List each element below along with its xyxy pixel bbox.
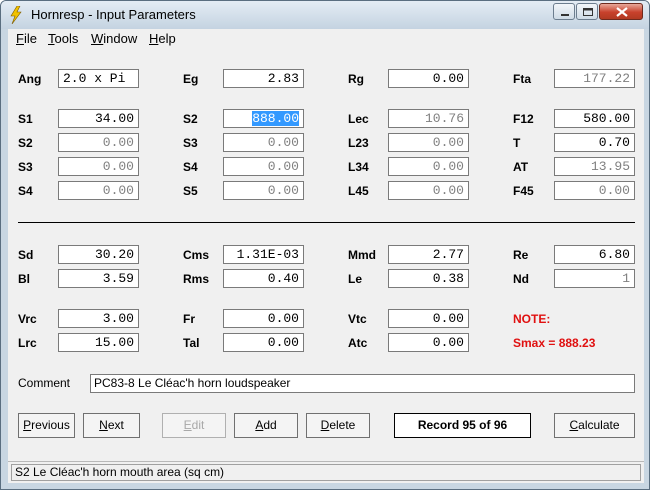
label-fr: Fr [183,312,195,326]
label-s2-top: S2 [183,112,198,126]
label-atc: Atc [348,336,368,350]
add-button[interactable]: Add [234,413,298,438]
field-fta[interactable]: 177.22 [554,69,635,88]
delete-button[interactable]: Delete [306,413,370,438]
close-button[interactable] [599,3,643,20]
field-s1[interactable]: 34.00 [58,109,139,128]
field-at[interactable]: 13.95 [554,157,635,176]
label-s1: S1 [18,112,33,126]
label-s3-top: S3 [183,136,198,150]
label-l34: L34 [348,160,369,174]
label-tal: Tal [183,336,200,350]
status-bar: S2 Le Cléac'h horn mouth area (sq cm) [8,461,644,483]
field-fr[interactable]: 0.00 [223,309,304,328]
menu-help[interactable]: Help [149,31,176,46]
field-t[interactable]: 0.70 [554,133,635,152]
field-lec[interactable]: 10.76 [388,109,469,128]
label-rms: Rms [183,272,210,286]
field-s3[interactable]: 0.00 [58,157,139,176]
next-button[interactable]: Next [83,413,140,438]
field-l23[interactable]: 0.00 [388,133,469,152]
label-l23: L23 [348,136,369,150]
field-cms[interactable]: 1.31E-03 [223,245,304,264]
label-vtc: Vtc [348,312,367,326]
label-f12: F12 [513,112,534,126]
field-rms[interactable]: 0.40 [223,269,304,288]
edit-button[interactable]: Edit [162,413,226,438]
smax-note: Smax = 888.23 [513,336,596,350]
field-ang[interactable]: 2.0 x Pi [58,69,139,88]
field-nd[interactable]: 1 [554,269,635,288]
field-le[interactable]: 0.38 [388,269,469,288]
label-s4: S4 [18,184,33,198]
window-title: Hornresp - Input Parameters [31,7,196,22]
label-vrc: Vrc [18,312,37,326]
label-lrc: Lrc [18,336,37,350]
field-f12[interactable]: 580.00 [554,109,635,128]
input-parameters-panel: Ang 2.0 x Pi Eg 2.83 Rg 0.00 Fta 177.22 … [8,49,644,461]
label-s5: S5 [183,184,198,198]
label-nd: Nd [513,272,529,286]
field-lrc[interactable]: 15.00 [58,333,139,352]
menu-tools[interactable]: Tools [48,31,78,46]
label-bl: Bl [18,272,30,286]
label-rg: Rg [348,72,364,86]
field-re[interactable]: 6.80 [554,245,635,264]
field-l34[interactable]: 0.00 [388,157,469,176]
field-vtc[interactable]: 0.00 [388,309,469,328]
field-bl[interactable]: 3.59 [58,269,139,288]
field-atc[interactable]: 0.00 [388,333,469,352]
label-re: Re [513,248,529,262]
field-s2-top[interactable]: 888.00 [223,109,304,128]
label-t: T [513,136,521,150]
note-label: NOTE: [513,312,551,326]
hornresp-window: Hornresp - Input Parameters File Tools W… [0,0,650,490]
label-comment: Comment [18,376,71,390]
label-cms: Cms [183,248,210,262]
section-divider [18,222,635,223]
field-vrc[interactable]: 3.00 [58,309,139,328]
record-indicator: Record 95 of 96 [394,413,531,438]
comment-field[interactable]: PC83-8 Le Cléac'h horn loudspeaker [90,374,635,393]
previous-button[interactable]: Previous [18,413,75,438]
field-s2[interactable]: 0.00 [58,133,139,152]
label-mmd: Mmd [348,248,376,262]
label-fta: Fta [513,72,531,86]
field-sd[interactable]: 30.20 [58,245,139,264]
label-f45: F45 [513,184,534,198]
label-at: AT [513,160,529,174]
label-ang: Ang [18,72,42,86]
calculate-button[interactable]: Calculate [554,413,635,438]
field-eg[interactable]: 2.83 [223,69,304,88]
label-s4-top: S4 [183,160,198,174]
field-f45[interactable]: 0.00 [554,181,635,200]
label-l45: L45 [348,184,369,198]
field-l45[interactable]: 0.00 [388,181,469,200]
field-s4[interactable]: 0.00 [58,181,139,200]
lightning-bolt-icon [10,6,22,24]
field-mmd[interactable]: 2.77 [388,245,469,264]
label-lec: Lec [348,112,369,126]
minimize-button[interactable] [553,3,575,20]
field-s5[interactable]: 0.00 [223,181,304,200]
menu-bar: File Tools Window Help [8,29,644,49]
menu-window[interactable]: Window [91,31,137,46]
selected-text: 888.00 [252,111,299,126]
field-s3-top[interactable]: 0.00 [223,133,304,152]
field-tal[interactable]: 0.00 [223,333,304,352]
label-eg: Eg [183,72,199,86]
status-text: S2 Le Cléac'h horn mouth area (sq cm) [11,464,641,481]
maximize-button[interactable] [576,3,598,20]
label-s3: S3 [18,160,33,174]
close-icon [616,7,628,17]
minimize-icon [561,14,569,16]
label-s2: S2 [18,136,33,150]
menu-file[interactable]: File [16,31,37,46]
label-sd: Sd [18,248,34,262]
maximize-icon [583,8,593,16]
field-s4-top[interactable]: 0.00 [223,157,304,176]
title-bar[interactable]: Hornresp - Input Parameters [1,1,649,29]
label-le: Le [348,272,363,286]
field-rg[interactable]: 0.00 [388,69,469,88]
